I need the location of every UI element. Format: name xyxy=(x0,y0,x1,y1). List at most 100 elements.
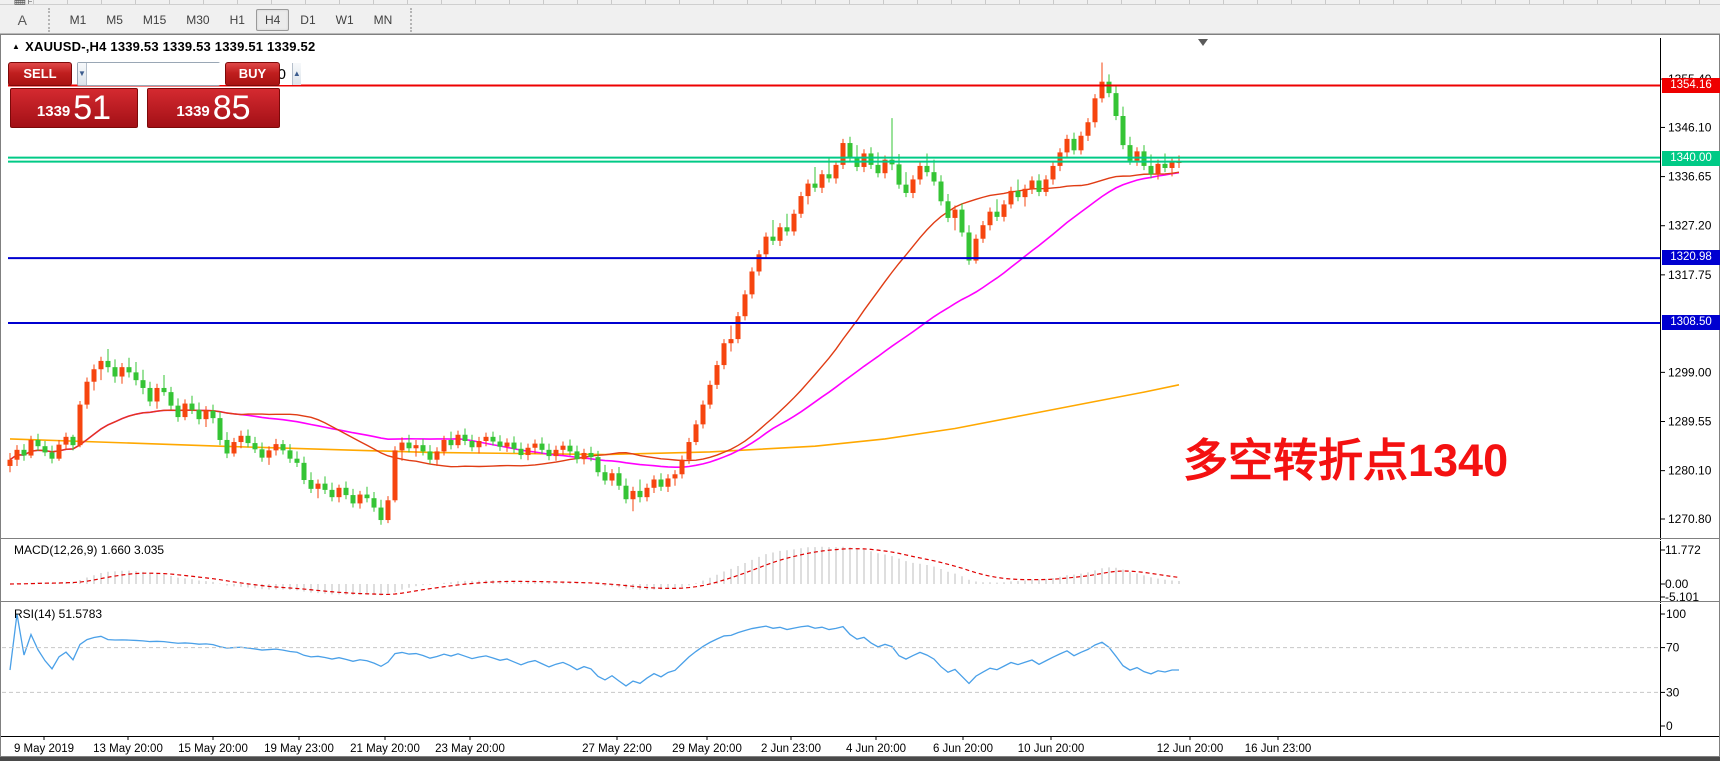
candle-body xyxy=(232,442,237,453)
timeframe-button-m15[interactable]: M15 xyxy=(134,9,175,31)
candle-body xyxy=(834,165,839,179)
time-axis-label: 29 May 20:00 xyxy=(672,743,742,755)
letter-a-icon[interactable]: A xyxy=(8,9,38,31)
candle-body xyxy=(29,440,34,456)
sell-price-display[interactable]: 1339 51 xyxy=(10,88,138,128)
candle-body xyxy=(8,460,13,466)
line-series xyxy=(10,614,1179,686)
candle-body xyxy=(1030,180,1035,188)
candle-body xyxy=(995,212,1000,217)
candle-body xyxy=(1002,204,1007,216)
candle-body xyxy=(953,210,958,218)
candle-body xyxy=(225,440,230,454)
window-bottom-edge xyxy=(0,757,1720,761)
candle-body xyxy=(561,446,566,450)
chart-window[interactable]: 1355.401346.101336.651327.201317.751299.… xyxy=(0,34,1720,758)
candle-body xyxy=(1114,93,1119,116)
macd-axis-label: 0.00 xyxy=(1665,577,1689,591)
candle-body xyxy=(22,450,27,456)
timeframe-button-h1[interactable]: H1 xyxy=(221,9,254,31)
candle-body xyxy=(547,450,552,456)
buy-button[interactable]: BUY xyxy=(225,62,280,86)
candle-body xyxy=(743,294,748,316)
candle-body xyxy=(757,254,762,271)
candle-body xyxy=(155,388,160,402)
candle-body xyxy=(435,451,440,459)
time-axis-label: 2 Jun 23:00 xyxy=(761,743,821,755)
candle-body xyxy=(869,153,874,164)
candle-body xyxy=(309,480,314,489)
candle-body xyxy=(1065,139,1070,153)
candle-body xyxy=(400,443,405,451)
grid-icon[interactable]: ▦F xyxy=(8,0,38,9)
volume-down-button[interactable]: ▼ xyxy=(78,63,87,85)
candle-body xyxy=(631,491,636,499)
main-toolbar: ▨E▦FAT⇅▾ M1M5M15M30H1H4D1W1MN xyxy=(0,6,1720,34)
macd-axis-label: 11.772 xyxy=(1665,543,1701,557)
candle-body xyxy=(85,382,90,405)
time-axis-label: 15 May 20:00 xyxy=(178,743,248,755)
buy-price-display[interactable]: 1339 85 xyxy=(147,88,280,128)
rsi-axis-label: 30 xyxy=(1666,685,1680,699)
timeframe-button-m1[interactable]: M1 xyxy=(61,9,96,31)
candle-body xyxy=(204,411,209,419)
time-axis-label: 19 May 23:00 xyxy=(264,743,334,755)
timeframe-button-mn[interactable]: MN xyxy=(365,9,402,31)
candle-body xyxy=(421,445,426,451)
candle-body xyxy=(1023,189,1028,197)
candle-body xyxy=(386,500,391,520)
buy-price-base: 1339 xyxy=(176,99,209,125)
timeframe-button-m5[interactable]: M5 xyxy=(97,9,132,31)
chart-shift-marker[interactable] xyxy=(1198,39,1208,46)
candle-body xyxy=(1156,164,1161,174)
candle-body xyxy=(1163,164,1168,168)
candle-body xyxy=(505,443,510,447)
candle-body xyxy=(183,404,188,418)
candle-body xyxy=(71,437,76,445)
rsi-axis-label: 100 xyxy=(1666,607,1686,621)
rsi-axis-label: 70 xyxy=(1666,641,1680,655)
chart-canvas[interactable]: 1355.401346.101336.651327.201317.751299.… xyxy=(0,34,1720,758)
timeframe-button-h4[interactable]: H4 xyxy=(256,9,289,31)
candle-body xyxy=(64,437,69,445)
price-tick-label: 1336.65 xyxy=(1668,170,1712,184)
candle-body xyxy=(456,435,461,445)
collapse-triangle-icon[interactable]: ▲ xyxy=(12,42,20,51)
candle-body xyxy=(120,367,125,376)
macd-axis-label: -5.101 xyxy=(1665,590,1699,604)
candle-body xyxy=(540,444,545,450)
candle-body xyxy=(316,484,321,489)
time-axis-label: 9 May 2019 xyxy=(14,743,74,755)
candle-body xyxy=(722,343,727,365)
candle-body xyxy=(785,227,790,231)
sell-button[interactable]: SELL xyxy=(8,62,72,86)
candle-body xyxy=(218,418,223,440)
window-top-strip xyxy=(0,0,1720,5)
candle-body xyxy=(610,473,615,480)
time-axis-label: 21 May 20:00 xyxy=(350,743,420,755)
timeframe-button-w1[interactable]: W1 xyxy=(327,9,363,31)
volume-up-button[interactable]: ▲ xyxy=(292,63,301,85)
timeframe-button-m30[interactable]: M30 xyxy=(177,9,218,31)
candle-body xyxy=(960,210,965,233)
time-axis-label: 16 Jun 23:00 xyxy=(1245,743,1312,755)
price-tick-label: 1289.55 xyxy=(1668,415,1712,429)
candle-body xyxy=(1086,122,1091,136)
candle-body xyxy=(449,440,454,445)
candle-body xyxy=(1079,136,1084,151)
candle-body xyxy=(92,369,97,381)
candle-body xyxy=(624,486,629,500)
candle-body xyxy=(1121,116,1126,145)
timeframe-button-d1[interactable]: D1 xyxy=(291,9,324,31)
candle-body xyxy=(554,450,559,456)
candle-body xyxy=(617,473,622,485)
candle-body xyxy=(792,214,797,232)
price-level-label: 1320.98 xyxy=(1662,250,1720,265)
candle-body xyxy=(379,508,384,520)
candle-body xyxy=(1016,191,1021,197)
candle-body xyxy=(274,444,279,450)
price-level-label: 1340.00 xyxy=(1662,151,1720,166)
candle-body xyxy=(407,443,412,449)
candle-body xyxy=(1058,152,1063,166)
candle-body xyxy=(414,445,419,448)
